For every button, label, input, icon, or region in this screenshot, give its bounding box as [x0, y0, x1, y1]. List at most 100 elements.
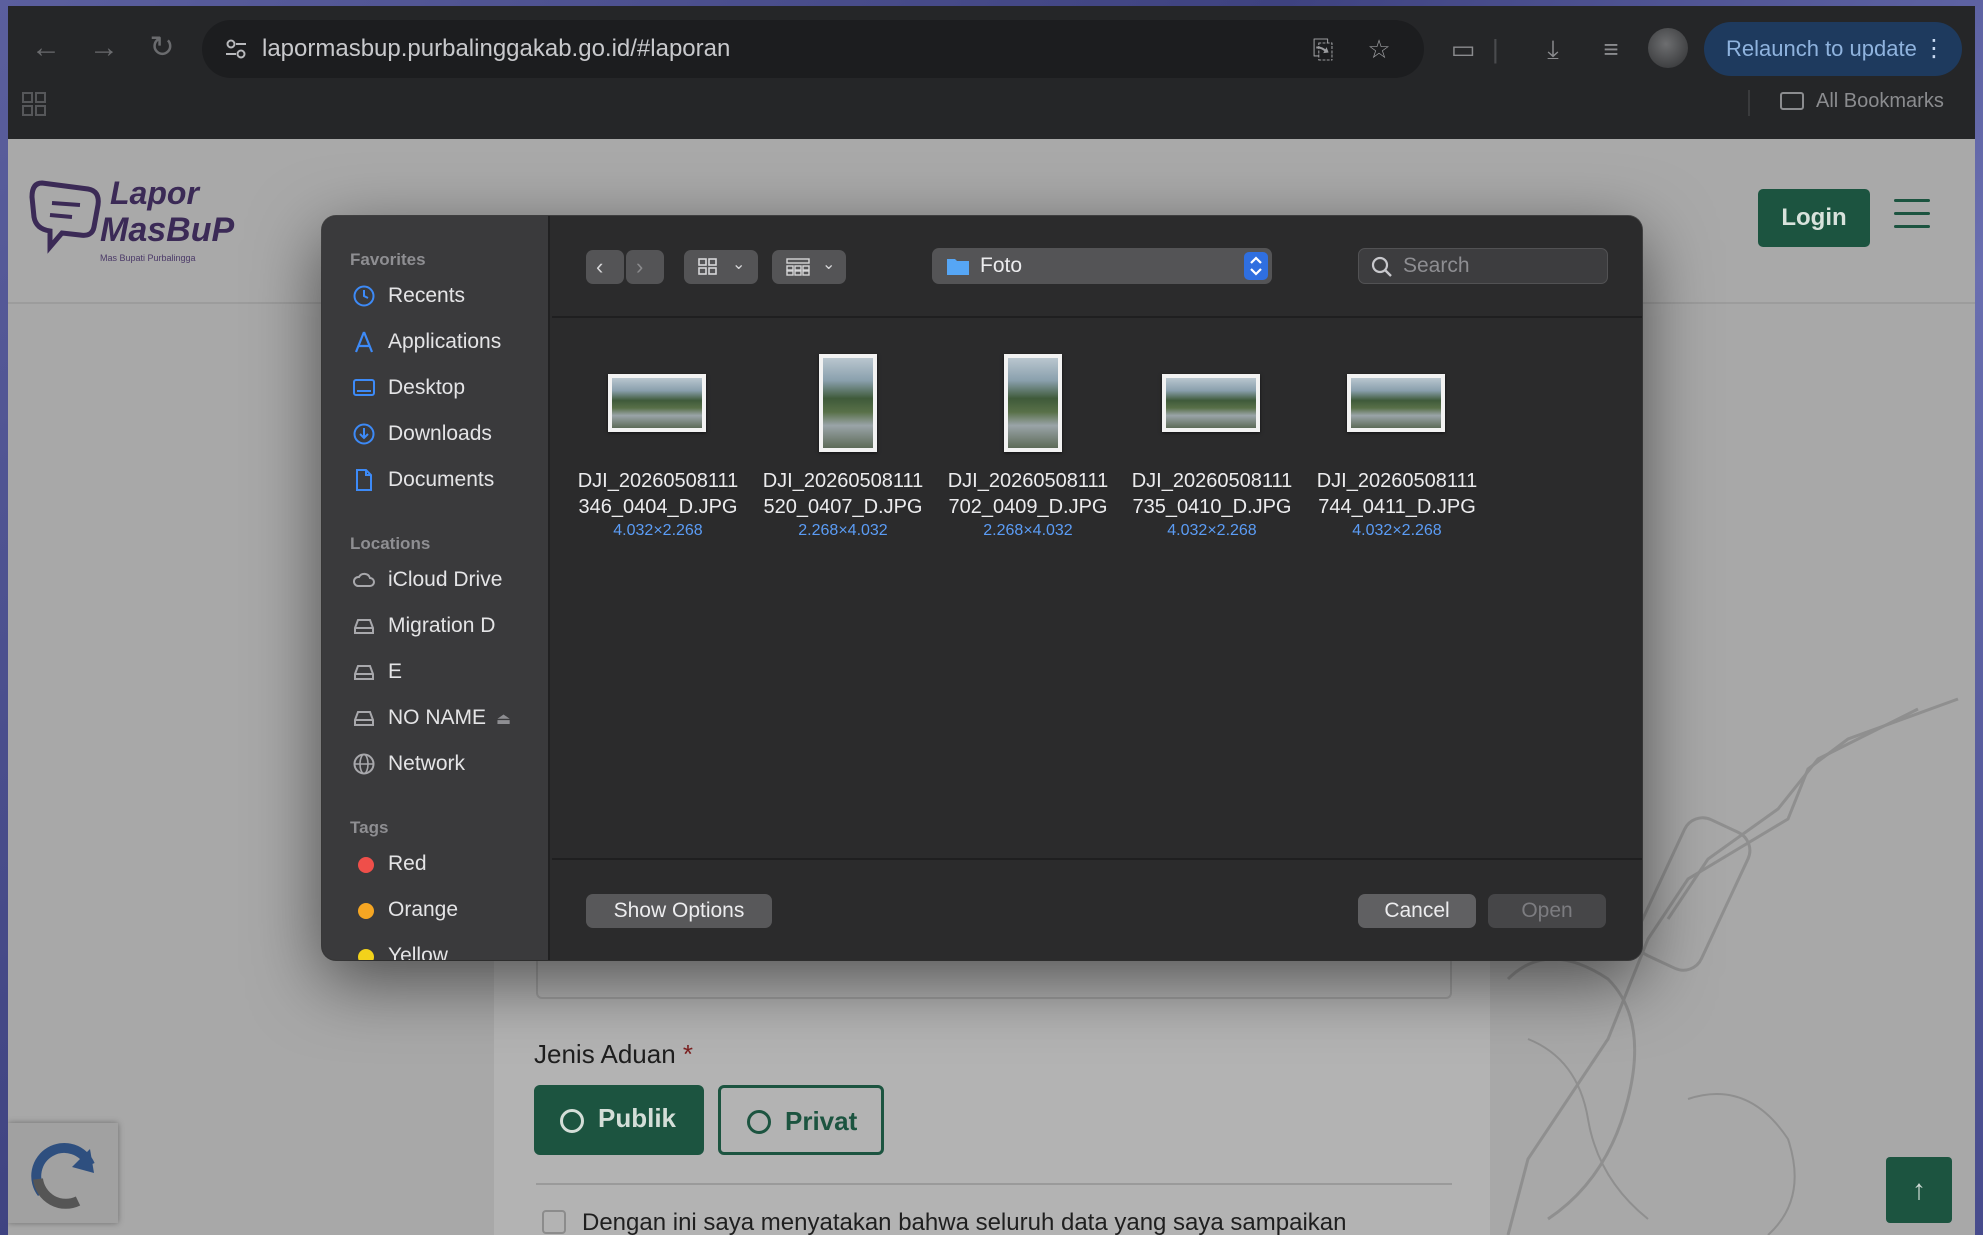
tag-dot-icon: [358, 903, 374, 919]
sidebar-tag-red[interactable]: Red: [350, 846, 540, 882]
tab-search-icon[interactable]: ▭: [1446, 32, 1480, 66]
sidebar-item-e[interactable]: E: [350, 654, 540, 690]
scroll-to-top-button[interactable]: ↑: [1886, 1157, 1952, 1223]
group-grid-icon: [786, 258, 810, 276]
sidebar-item-downloads[interactable]: Downloads: [350, 416, 540, 452]
sidebar-item-documents[interactable]: Documents: [350, 462, 540, 498]
sidebar-item-recents[interactable]: Recents: [350, 278, 540, 314]
drive-icon: [354, 619, 374, 634]
form-divider: [536, 1183, 1452, 1185]
sidebar-label: E: [388, 660, 403, 683]
show-options-button[interactable]: Show Options: [586, 894, 772, 928]
file-dimensions: 2.268×4.032: [983, 522, 1073, 539]
file-item[interactable]: DJI_20260508111 702_0409_D.JPG 2.268×4.03…: [936, 350, 1120, 540]
file-item[interactable]: DJI_20260508111 735_0410_D.JPG 4.032×2.26…: [1120, 350, 1304, 540]
cloud-icon: [352, 572, 375, 587]
tag-dot-icon: [358, 949, 374, 960]
address-bar[interactable]: lapormasbup.purbalinggakab.go.id/#lapora…: [202, 20, 1424, 78]
file-name: DJI_20260508111 346_0404_D.JPG: [577, 470, 739, 518]
eject-icon[interactable]: ⏏: [496, 702, 511, 738]
sidebar-item-icloud-drive[interactable]: iCloud Drive: [350, 562, 540, 598]
file-dimensions: 4.032×2.268: [613, 522, 703, 539]
file-item[interactable]: DJI_20260508111 346_0404_D.JPG 4.032×2.26…: [566, 350, 750, 540]
recaptcha-badge[interactable]: [8, 1123, 118, 1223]
sidebar-label: Documents: [388, 468, 495, 491]
image-thumbnail: [1004, 354, 1062, 452]
folder-icon: [1780, 92, 1804, 110]
search-field[interactable]: Search: [1358, 248, 1608, 284]
dialog-footer: Show Options Cancel Open: [552, 858, 1642, 960]
jenis-aduan-label: Jenis Aduan *: [534, 1039, 693, 1070]
sidebar-item-network[interactable]: Network: [350, 746, 540, 782]
back-arrow-icon[interactable]: ←: [28, 30, 64, 66]
file-item[interactable]: DJI_20260508111 744_0411_D.JPG 4.032×2.26…: [1305, 350, 1489, 540]
bookmarks-divider: [1748, 90, 1750, 116]
view-mode-button[interactable]: ⌄: [684, 250, 758, 284]
forward-button[interactable]: ›: [626, 250, 664, 284]
image-thumbnail: [819, 354, 877, 452]
tags-heading: Tags: [350, 818, 389, 837]
downloads-icon: [353, 423, 375, 445]
declaration-text: Dengan ini saya menyatakan bahwa seluruh…: [582, 1209, 1347, 1235]
grid-view-icon: [698, 258, 717, 275]
toolbar-divider: |: [1492, 34, 1499, 64]
sidebar-label: Downloads: [388, 422, 492, 445]
hamburger-menu-icon[interactable]: [1894, 199, 1930, 229]
relaunch-label: Relaunch to update: [1726, 36, 1917, 61]
profile-avatar[interactable]: [1648, 28, 1688, 68]
declaration-row[interactable]: Dengan ini saya menyatakan bahwa seluruh…: [542, 1209, 1346, 1235]
group-by-button[interactable]: ⌄: [772, 250, 846, 284]
sidebar-tag-orange[interactable]: Orange: [350, 892, 540, 928]
download-icon[interactable]: ⤓: [1536, 32, 1570, 66]
radio-circle-icon: [560, 1109, 584, 1133]
form-textarea-edge[interactable]: [536, 959, 1452, 999]
search-icon: [1371, 256, 1392, 277]
folder-location-popup[interactable]: Foto: [932, 248, 1272, 284]
applications-icon: [354, 331, 374, 353]
star-icon[interactable]: ☆: [1364, 34, 1394, 64]
file-grid: DJI_20260508111 346_0404_D.JPG 4.032×2.26…: [552, 320, 1642, 766]
relaunch-button[interactable]: Relaunch to update ⋮: [1704, 22, 1962, 76]
sidebar-item-applications[interactable]: Applications: [350, 324, 540, 360]
site-logo[interactable]: Lapor MasBuP Mas Bupati Purbalingga: [28, 175, 238, 275]
document-icon: [356, 469, 372, 491]
jenis-aduan-text: Jenis Aduan: [534, 1039, 676, 1069]
translate-icon[interactable]: ⎘: [1308, 34, 1338, 64]
file-dimensions: 4.032×2.268: [1167, 522, 1257, 539]
sidebar-label: NO NAME: [388, 706, 487, 729]
sidebar-tag-yellow[interactable]: Yellow: [350, 938, 540, 960]
file-name: DJI_20260508111 520_0407_D.JPG: [762, 470, 924, 518]
file-item[interactable]: DJI_20260508111 520_0407_D.JPG 2.268×4.03…: [751, 350, 935, 540]
popup-stepper-icon: [1244, 252, 1268, 280]
file-name: DJI_20260508111 735_0410_D.JPG: [1131, 470, 1293, 518]
search-placeholder: Search: [1403, 254, 1470, 277]
login-button[interactable]: Login: [1758, 189, 1870, 247]
clock-icon: [353, 285, 375, 307]
site-settings-icon[interactable]: [222, 35, 250, 63]
sidebar-item-no-name[interactable]: NO NAME ⏏: [350, 700, 540, 736]
option-publik[interactable]: Publik: [534, 1085, 704, 1155]
back-button[interactable]: ‹: [586, 250, 624, 284]
reload-icon[interactable]: ↻: [144, 30, 180, 66]
sidebar-item-desktop[interactable]: Desktop: [350, 370, 540, 406]
dialog-toolbar: ‹ › ⌄ ⌄ Foto Search: [552, 216, 1642, 318]
declaration-checkbox[interactable]: [542, 1210, 566, 1234]
browser-toolbar: ← → ↻ lapormasbup.purbalinggakab.go.id/#…: [8, 6, 1975, 139]
sidebar-label: Recents: [388, 284, 466, 307]
url-text[interactable]: lapormasbup.purbalinggakab.go.id/#lapora…: [262, 35, 730, 63]
all-bookmarks-button[interactable]: All Bookmarks: [1780, 90, 1944, 113]
open-button[interactable]: Open: [1488, 894, 1606, 928]
cancel-button[interactable]: Cancel: [1358, 894, 1476, 928]
current-folder-label: Foto: [980, 254, 1023, 277]
sidebar-label: iCloud Drive: [388, 568, 503, 591]
chat-bubble-logo-icon: [29, 180, 101, 254]
sidebar-item-migration-d[interactable]: Migration D: [350, 608, 540, 644]
file-name: DJI_20260508111 702_0409_D.JPG: [947, 470, 1109, 518]
reading-list-icon[interactable]: ≡: [1594, 32, 1628, 66]
option-privat[interactable]: Privat: [718, 1085, 884, 1155]
more-menu-icon[interactable]: ⋮: [1922, 22, 1946, 76]
forward-arrow-icon[interactable]: →: [86, 30, 122, 66]
apps-grid-icon[interactable]: [22, 92, 46, 116]
image-thumbnail: [1162, 374, 1260, 432]
required-mark: *: [682, 1039, 694, 1069]
